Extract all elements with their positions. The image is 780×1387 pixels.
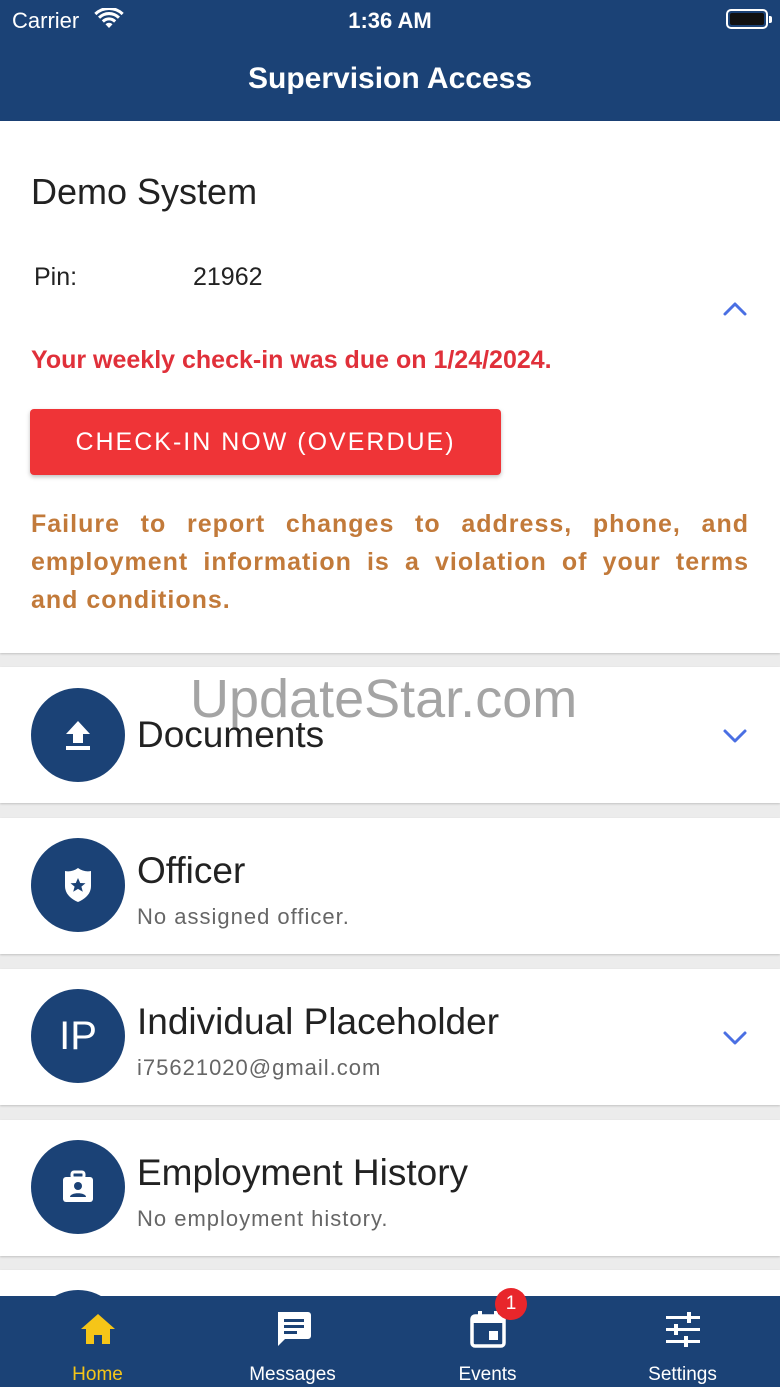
documents-row[interactable]: Documents: [0, 667, 780, 803]
chevron-down-icon[interactable]: [722, 1024, 748, 1050]
pin-label: Pin:: [34, 263, 78, 291]
checkin-due-message: Your weekly check-in was due on 1/24/202…: [31, 346, 552, 374]
badge-icon: [31, 838, 125, 932]
tab-label: Home: [72, 1364, 123, 1385]
officer-subtitle: No assigned officer.: [137, 904, 350, 929]
page-title: Supervision Access: [247, 62, 533, 95]
avatar-initials: IP: [59, 1013, 97, 1058]
id-badge-icon: [31, 1140, 125, 1234]
app-screen: Carrier 1:36 AM Supervision Access Demo …: [0, 0, 780, 1387]
calendar-icon: [390, 1308, 585, 1350]
events-badge: 1: [495, 1288, 527, 1320]
tab-home[interactable]: Home: [0, 1296, 195, 1387]
documents-title: Documents: [137, 714, 325, 755]
bottom-tab-bar: Home Messages Events Settings: [0, 1296, 780, 1387]
home-icon: [0, 1308, 195, 1350]
employment-row[interactable]: Employment History No employment history…: [0, 1120, 780, 1256]
individual-row[interactable]: IP Individual Placeholder i75621020@gmai…: [0, 969, 780, 1105]
upload-icon: [31, 688, 125, 782]
status-time: 1:36 AM: [348, 8, 432, 33]
employment-title: Employment History: [137, 1152, 469, 1193]
chevron-down-icon[interactable]: [722, 722, 748, 748]
chevron-up-icon[interactable]: [722, 297, 748, 323]
system-name: Demo System: [31, 171, 258, 212]
warning-message: Failure to report changes to address, ph…: [31, 510, 749, 614]
sliders-icon: [585, 1308, 780, 1350]
checkin-now-button[interactable]: CHECK-IN NOW (OVERDUE): [30, 409, 501, 475]
status-bar: Carrier 1:36 AM: [0, 0, 780, 42]
tab-label: Messages: [249, 1364, 336, 1385]
tab-settings[interactable]: Settings: [585, 1296, 780, 1387]
officer-title: Officer: [137, 850, 246, 891]
officer-row[interactable]: Officer No assigned officer.: [0, 818, 780, 954]
system-card: Demo System Pin: 21962 Your weekly check…: [0, 121, 780, 653]
battery-icon: [726, 9, 772, 29]
tab-label: Events: [458, 1364, 517, 1385]
tab-label: Settings: [648, 1364, 717, 1385]
individual-name: Individual Placeholder: [137, 1001, 500, 1042]
app-header: Carrier 1:36 AM Supervision Access: [0, 0, 780, 121]
avatar: IP: [31, 989, 125, 1083]
message-icon: [195, 1308, 390, 1350]
tab-messages[interactable]: Messages: [195, 1296, 390, 1387]
individual-email: i75621020@gmail.com: [137, 1055, 382, 1080]
pin-value: 21962: [193, 263, 263, 291]
employment-subtitle: No employment history.: [137, 1206, 389, 1231]
tab-events[interactable]: Events: [390, 1296, 585, 1387]
